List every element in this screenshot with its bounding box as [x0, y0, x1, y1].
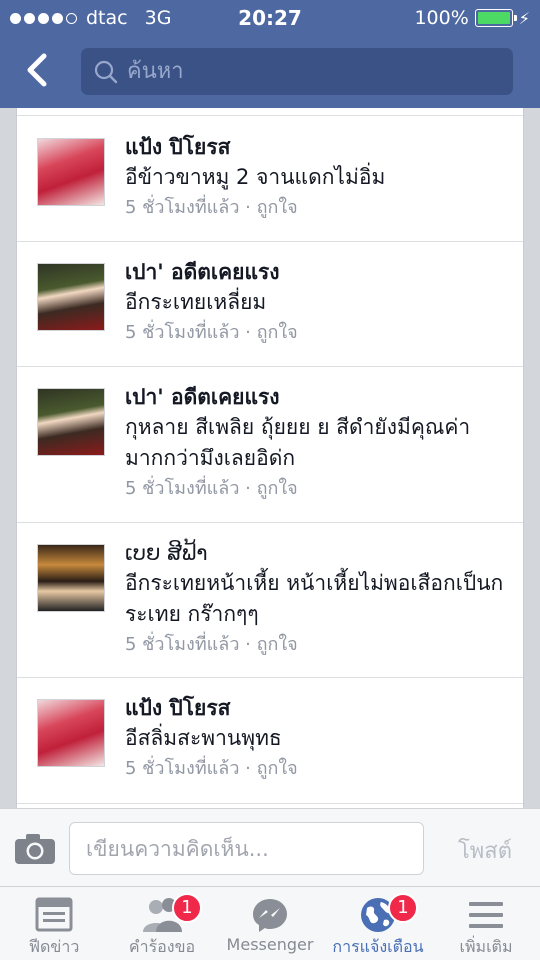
- notification-meta: 5 ชั่วโมงที่แล้ว · ถูกใจ: [125, 634, 298, 655]
- notification-meta: 5 ชั่วโมงที่แล้ว · ถูกใจ: [125, 322, 298, 343]
- notification-author[interactable]: แป้ง ปิโยรส: [125, 693, 509, 723]
- status-right: 100% ⚡: [414, 7, 530, 29]
- tab-more[interactable]: เพิ่มเติม: [432, 887, 540, 960]
- notification-content: แป้ง ปิโยรสอีสลิ่มสะพานพุทธ 5 ชั่วโมงที่แ…: [125, 693, 509, 784]
- comment-bar: โพสต์: [0, 808, 540, 886]
- chevron-left-icon: [27, 53, 47, 87]
- notification-item[interactable]: เปา' อดีตเคยแรง กุหลาย สีเพลิย ถุ้ยยย ย ส…: [17, 367, 523, 523]
- avatar[interactable]: [37, 388, 105, 456]
- status-bar: dtac 3G 20:27 100% ⚡: [0, 0, 540, 36]
- avatar[interactable]: [37, 263, 105, 331]
- battery-percent: 100%: [414, 7, 469, 29]
- avatar[interactable]: [37, 544, 105, 612]
- search-bar[interactable]: [81, 48, 513, 95]
- news-feed-icon: [35, 897, 73, 932]
- notification-text: อีข้าวขาหมู 2 จานแดกไม่อิ่ม: [125, 165, 386, 189]
- notification-text: อีกระเทยเหลี่ยม: [125, 290, 267, 314]
- notification-text: อีสลิ่มสะพานพุทธ: [125, 726, 282, 750]
- notification-content: เปา' อดีตเคยแรงอีกระเทยเหลี่ยม 5 ชั่วโมงท…: [125, 257, 509, 348]
- comment-input[interactable]: [69, 822, 424, 875]
- notification-item[interactable]: แป้ง ปิโยรสอีสลิ่มสะพานพุทธ 5 ชั่วโมงที่แ…: [17, 678, 523, 804]
- notification-author[interactable]: เปา' อดีตเคยแรง: [125, 382, 509, 412]
- camera-icon[interactable]: [14, 833, 56, 865]
- back-button[interactable]: [18, 48, 58, 92]
- notification-meta: 5 ชั่วโมงที่แล้ว · ถูกใจ: [125, 758, 298, 779]
- notification-item[interactable]: ເບຍ ສີຟ້າ อีกระเทยหน้าเหี้ย หน้าเหี้ยไม่พ…: [17, 523, 523, 678]
- tab-label: เพิ่มเติม: [459, 937, 513, 956]
- tab-messenger[interactable]: Messenger: [216, 887, 324, 960]
- tab-news-feed[interactable]: ฟีดข่าว: [0, 887, 108, 960]
- charging-icon: ⚡: [518, 8, 530, 28]
- avatar[interactable]: [37, 699, 105, 767]
- notification-content: เปา' อดีตเคยแรง กุหลาย สีเพลิย ถุ้ยยย ย ส…: [125, 382, 509, 504]
- notification-author[interactable]: ເບຍ ສີຟ້າ: [125, 538, 509, 568]
- notification-text: อีกระเทยหน้าเหี้ย หน้าเหี้ยไม่พอเสือกเป็…: [125, 571, 504, 626]
- post-button[interactable]: โพสต์: [444, 833, 526, 868]
- notification-content: แป้ง ปิโยรสอีข้าวขาหมู 2 จานแดกไม่อิ่ม 5 …: [125, 132, 509, 223]
- notification-meta: 5 ชั่วโมงที่แล้ว · ถูกใจ: [125, 478, 298, 499]
- notifications-badge: 1: [388, 893, 418, 923]
- search-icon: [94, 60, 118, 84]
- friend-requests-badge: 1: [172, 893, 202, 923]
- notification-item[interactable]: เปา' อดีตเคยแรงอีกระเทยเหลี่ยม 5 ชั่วโมงท…: [17, 242, 523, 367]
- messenger-icon: [253, 899, 287, 932]
- notification-text: กุหลาย สีเพลิย ถุ้ยยย ย สีดำยังมีคุณค่าม…: [125, 415, 471, 470]
- notification-author[interactable]: เปา' อดีตเคยแรง: [125, 257, 509, 287]
- menu-icon: [469, 902, 503, 928]
- notification-list: แป้ง ปิโยรส อีข้าวขาหมู 2 จานแดกไม่อิ่ม 5 …: [16, 108, 524, 808]
- notification-author[interactable]: แป้ง ปิโยรส: [125, 132, 509, 162]
- tab-friend-requests[interactable]: 1 คำร้องขอ: [108, 887, 216, 960]
- list-item-partial: [17, 108, 523, 116]
- search-input[interactable]: [127, 48, 497, 95]
- notification-item[interactable]: แป้ง ปิโยรสอีข้าวขาหมู 2 จานแดกไม่อิ่ม 5 …: [17, 116, 523, 242]
- notification-meta: 5 ชั่วโมงที่แล้ว · ถูกใจ: [125, 197, 298, 218]
- top-header: dtac 3G 20:27 100% ⚡: [0, 0, 540, 108]
- notification-content: ເບຍ ສີຟ້າ อีกระเทยหน้าเหี้ย หน้าเหี้ยไม่พ…: [125, 538, 509, 660]
- tab-bar: ฟีดข่าว 1 คำร้องขอ Messenger 1 การแจ้งเต…: [0, 886, 540, 960]
- tab-notifications[interactable]: 1 การแจ้งเตือน: [324, 887, 432, 960]
- avatar[interactable]: [37, 138, 105, 206]
- battery-icon: [474, 9, 517, 27]
